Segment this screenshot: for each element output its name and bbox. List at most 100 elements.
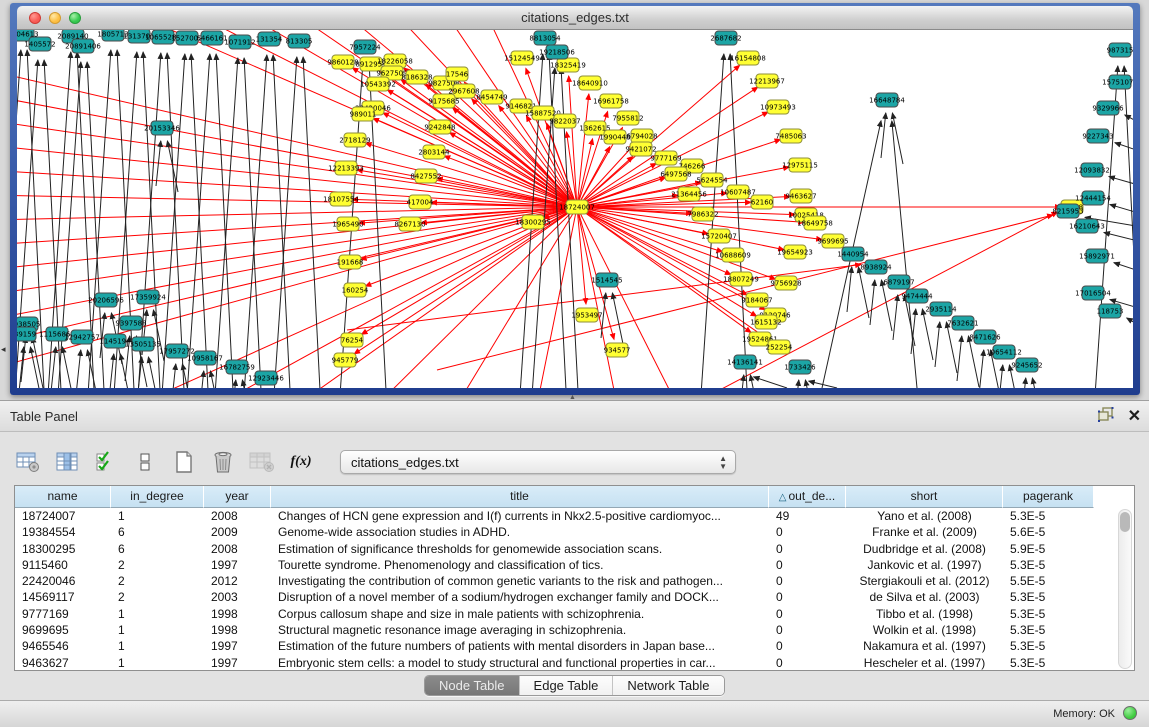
graph-node-teal[interactable]: 9227343 [1082, 129, 1113, 143]
column-header-title[interactable]: title [271, 486, 769, 508]
table-row[interactable]: 969969511998Structural magnetic resonanc… [15, 622, 1134, 638]
graph-node-teal[interactable]: 9245652 [1011, 358, 1042, 372]
graph-node-yellow[interactable]: 7986322 [687, 207, 718, 221]
table-row[interactable]: 946362711997Embryonic stem cells: a mode… [15, 655, 1134, 671]
graph-node-teal[interactable]: 1733426 [784, 360, 816, 374]
graph-node-teal[interactable]: 6466161 [196, 31, 227, 45]
graph-node-teal[interactable]: 118753 [1097, 304, 1124, 318]
graph-node-yellow[interactable]: 5624554 [696, 173, 728, 187]
graph-node-yellow[interactable]: 191668 [337, 255, 364, 269]
table-select-dropdown[interactable]: citations_edges.txt ▲▼ [340, 450, 736, 474]
graph-node-teal[interactable]: 1071912 [224, 35, 255, 49]
graph-node-yellow[interactable]: 9242848 [424, 120, 455, 134]
zoom-window-button[interactable] [69, 12, 81, 24]
graph-node-yellow[interactable]: 1965490 [332, 217, 363, 231]
table-row[interactable]: 1872400712008Changes of HCN gene express… [15, 508, 1134, 524]
graph-node-yellow[interactable]: 9822037 [549, 114, 580, 128]
graph-node-teal[interactable]: 1405572 [24, 37, 55, 51]
column-header-pagerank[interactable]: pagerank [1003, 486, 1094, 508]
table-row[interactable]: 1456911722003Disruption of a novel membe… [15, 589, 1134, 605]
graph-node-yellow[interactable]: 160254 [342, 283, 369, 297]
graph-node-teal[interactable]: 15751074 [1102, 75, 1133, 89]
table-settings-button[interactable] [14, 448, 42, 476]
graph-node-teal[interactable]: 15892971 [1079, 249, 1115, 263]
graph-node-teal[interactable]: 9329966 [1092, 101, 1124, 115]
graph-node-yellow[interactable]: 62160 [751, 195, 773, 209]
graph-node-teal[interactable]: 17359924 [130, 290, 166, 304]
table-row[interactable]: 911546021997Tourette syndrome. Phenomeno… [15, 557, 1134, 573]
graph-node-teal[interactable]: 7632621 [947, 316, 978, 330]
graph-node-yellow[interactable]: 18807249 [723, 272, 759, 286]
graph-node-teal[interactable]: 2935114 [925, 302, 957, 316]
graph-node-yellow[interactable]: 12213967 [749, 74, 785, 88]
graph-node-yellow[interactable]: 9184067 [741, 293, 772, 307]
graph-node-teal[interactable]: 19218506 [539, 45, 575, 59]
graph-node-yellow[interactable]: 8427552 [410, 169, 441, 183]
column-header-out_de[interactable]: △out_de... [769, 486, 846, 508]
create-table-button[interactable] [170, 448, 198, 476]
graph-node-yellow[interactable]: 17546 [446, 67, 469, 81]
network-window-titlebar[interactable]: citations_edges.txt [17, 6, 1133, 30]
graph-node-yellow[interactable]: 9699695 [817, 234, 848, 248]
graph-node-yellow[interactable]: 16961758 [593, 94, 629, 108]
graph-node-teal[interactable]: 16210643 [1069, 219, 1105, 233]
table-row[interactable]: 946554611997Estimation of the future num… [15, 638, 1134, 654]
graph-node-teal[interactable]: 1440954 [837, 247, 869, 261]
minimize-window-button[interactable] [49, 12, 61, 24]
column-header-in_degree[interactable]: in_degree [111, 486, 204, 508]
graph-node-teal[interactable]: 9474444 [901, 289, 933, 303]
network-view-canvas[interactable]: 1872400718300295986012889129541822605896… [17, 30, 1133, 388]
graph-node-yellow[interactable]: 1953497 [571, 308, 602, 322]
graph-node-yellow[interactable]: 1615132 [750, 315, 781, 329]
table-row[interactable]: 1938455462009Genome-wide association stu… [15, 524, 1134, 540]
graph-node-teal[interactable]: 1514545 [591, 273, 622, 287]
graph-node-yellow[interactable]: 10688609 [715, 248, 751, 262]
panel-collapse-arrow-icon[interactable]: ◂ [1, 344, 6, 355]
graph-node-yellow[interactable]: 21364456 [671, 187, 707, 201]
tab-edge-table[interactable]: Edge Table [520, 676, 614, 695]
graph-node-yellow[interactable]: 15720407 [701, 229, 737, 243]
graph-node-teal[interactable]: 17016504 [1075, 286, 1111, 300]
table-row[interactable]: 977716911998Corpus callosum shape and si… [15, 606, 1134, 622]
graph-node-yellow[interactable]: 18640910 [572, 76, 608, 90]
graph-node-yellow[interactable]: 18325419 [550, 58, 586, 72]
citation-network-graph[interactable]: 1872400718300295986012889129541822605896… [17, 30, 1133, 388]
row-height-button[interactable] [131, 448, 159, 476]
graph-node-teal[interactable]: 8471626 [969, 330, 1001, 344]
graph-node-yellow[interactable]: 9756928 [770, 276, 801, 290]
memory-ok-indicator[interactable] [1123, 706, 1137, 720]
graph-node-yellow[interactable]: 8454749 [476, 90, 507, 104]
graph-node-teal[interactable]: 39159 [17, 327, 36, 341]
graph-node-yellow[interactable]: 12975115 [782, 158, 818, 172]
graph-node-yellow[interactable]: 12213393 [328, 161, 364, 175]
graph-node-teal[interactable]: 6879197 [883, 275, 914, 289]
float-panel-icon[interactable] [1098, 407, 1114, 427]
graph-node-teal[interactable]: 12923446 [248, 371, 284, 385]
graph-node-yellow[interactable]: 7485063 [775, 129, 806, 143]
table-row[interactable]: 2242004622012Investigating the contribut… [15, 573, 1134, 589]
graph-node-teal[interactable]: 9397588 [115, 316, 146, 330]
graph-node-teal[interactable]: 12093832 [1074, 163, 1110, 177]
graph-node-teal[interactable]: 987315 [1107, 43, 1133, 57]
graph-node-yellow[interactable]: 10607487 [720, 185, 756, 199]
graph-node-yellow[interactable]: 7955812 [612, 111, 643, 125]
graph-node-yellow[interactable]: 9777169 [650, 151, 681, 165]
column-header-name[interactable]: name [15, 486, 111, 508]
graph-node-teal[interactable]: 8813054 [529, 31, 561, 45]
column-header-year[interactable]: year [204, 486, 271, 508]
select-columns-button[interactable] [92, 448, 120, 476]
close-panel-icon[interactable]: ✕ [1128, 409, 1141, 425]
graph-node-teal[interactable]: 8938924 [860, 260, 892, 274]
graph-node-yellow[interactable]: 989011 [350, 107, 377, 121]
graph-node-yellow[interactable]: 18300295 [515, 215, 551, 229]
graph-node-teal[interactable]: 2687682 [710, 31, 741, 45]
delete-table-button[interactable] [248, 448, 276, 476]
graph-node-teal[interactable]: 131354 [256, 32, 283, 46]
scrollbar-thumb[interactable] [1120, 512, 1130, 532]
graph-node-yellow[interactable]: 8267130 [394, 217, 425, 231]
table-row[interactable]: 1830029562008Estimation of significance … [15, 541, 1134, 557]
graph-node-yellow[interactable]: 16154808 [730, 51, 766, 65]
close-window-button[interactable] [29, 12, 41, 24]
graph-node-teal[interactable]: 20153346 [144, 121, 180, 135]
tab-node-table[interactable]: Node Table [425, 676, 520, 695]
